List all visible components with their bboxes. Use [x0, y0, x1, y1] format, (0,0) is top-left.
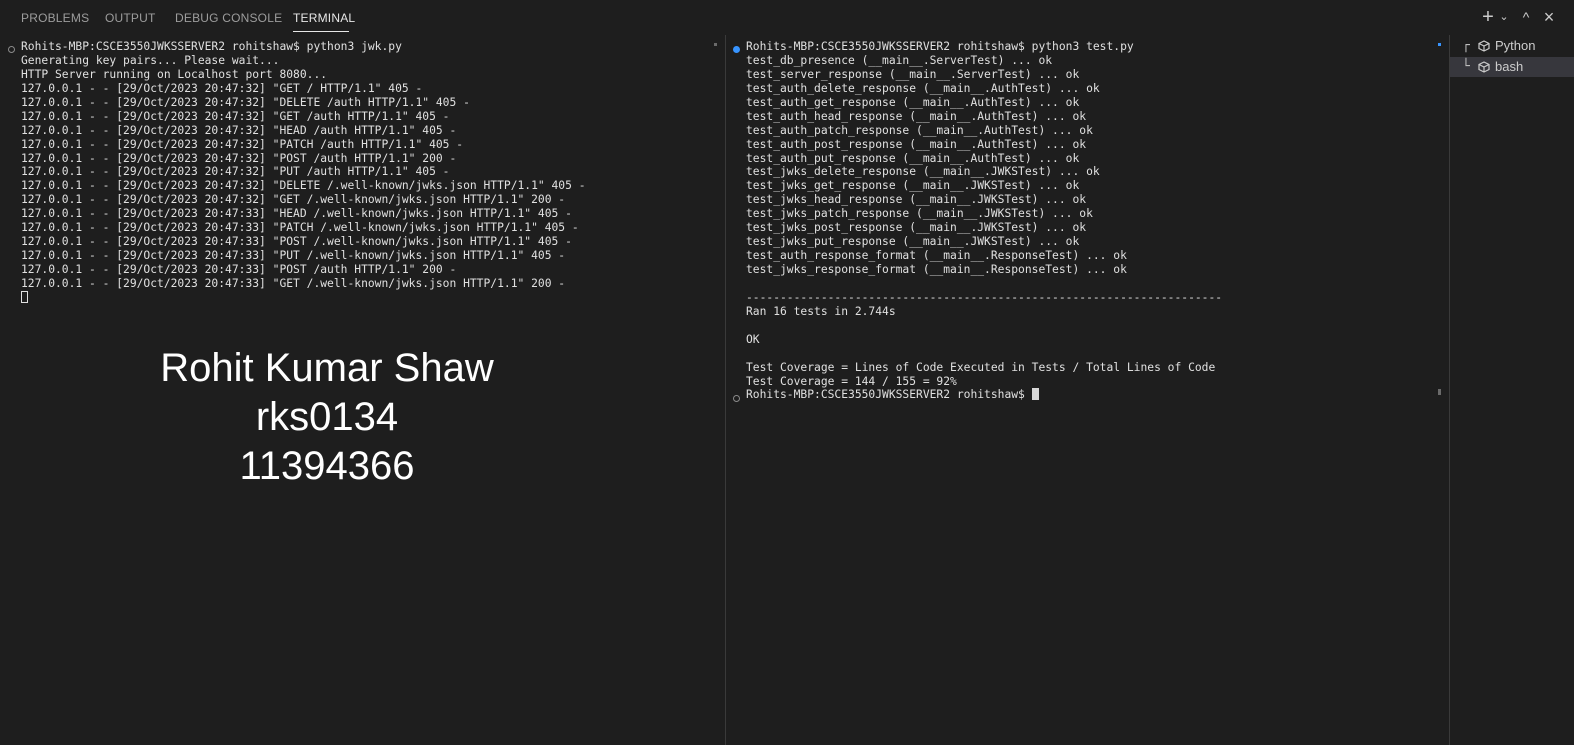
terminal-output-line: test_jwks_head_response (__main__.JWKSTe…: [746, 193, 1087, 207]
panel-tabbar: PROBLEMS OUTPUT DEBUG CONSOLE TERMINAL +…: [0, 0, 1574, 35]
terminal-output-line: 127.0.0.1 - - [29/Oct/2023 20:47:33] "PU…: [21, 249, 566, 263]
terminal-output-line: test_jwks_patch_response (__main__.JWKST…: [746, 207, 1093, 221]
tab-output[interactable]: OUTPUT: [105, 11, 156, 25]
tab-terminal[interactable]: TERMINAL: [293, 11, 355, 25]
chevron-down-icon[interactable]: ⌄: [1496, 8, 1512, 26]
terminal-output-line: test_auth_post_response (__main__.AuthTe…: [746, 137, 1087, 151]
tree-connector-icon: └: [1462, 59, 1470, 74]
terminal-output-line: 127.0.0.1 - - [29/Oct/2023 20:47:32] "PA…: [21, 137, 464, 151]
tab-debug-console[interactable]: DEBUG CONSOLE: [175, 11, 282, 25]
scroll-indicator: [714, 43, 717, 46]
terminal-output-line: 127.0.0.1 - - [29/Oct/2023 20:47:33] "PO…: [21, 263, 457, 276]
terminal-output-line: 127.0.0.1 - - [29/Oct/2023 20:47:32] "HE…: [21, 123, 457, 137]
terminal-output-line: 127.0.0.1 - - [29/Oct/2023 20:47:33] "PO…: [21, 235, 572, 249]
terminal-output-line: 127.0.0.1 - - [29/Oct/2023 20:47:33] "GE…: [21, 276, 566, 290]
maximize-panel-icon[interactable]: ^: [1518, 8, 1534, 26]
terminal-output-line: test_auth_put_response (__main__.AuthTes…: [746, 151, 1080, 165]
tree-connector-icon: ┌: [1462, 38, 1470, 53]
terminal-output-line: 127.0.0.1 - - [29/Oct/2023 20:47:32] "GE…: [21, 193, 566, 207]
terminal-output-line: 127.0.0.1 - - [29/Oct/2023 20:47:33] "HE…: [21, 207, 572, 221]
terminal-output-line: 127.0.0.1 - - [29/Oct/2023 20:47:33] "PA…: [21, 221, 579, 235]
scroll-indicator: [1438, 43, 1441, 46]
author-name: Rohit Kumar Shaw: [160, 346, 494, 390]
terminal-output-line: 127.0.0.1 - - [29/Oct/2023 20:47:32] "DE…: [21, 95, 470, 109]
terminal-output-line: test_db_presence (__main__.ServerTest) .…: [746, 53, 1053, 67]
terminal-output-line: test_auth_response_format (__main__.Resp…: [746, 249, 1127, 263]
terminal-output-line: ----------------------------------------…: [746, 290, 1223, 304]
terminal-list-divider[interactable]: [1449, 35, 1450, 745]
close-panel-icon[interactable]: ×: [1541, 8, 1557, 26]
command-status-dot-active: [733, 46, 740, 53]
terminal-output-line: test_jwks_post_response (__main__.JWKSTe…: [746, 221, 1087, 235]
terminal-output-line: test_jwks_delete_response (__main__.JWKS…: [746, 165, 1100, 179]
terminal-list-label: bash: [1495, 59, 1524, 74]
terminal-output-line: Test Coverage = Lines of Code Executed i…: [746, 360, 1216, 374]
terminal-prompt: Rohits-MBP:CSCE3550JWKSSERVER2 rohitshaw…: [746, 388, 1032, 402]
terminal-output-line: OK: [746, 332, 760, 346]
terminal-output-line: Generating key pairs... Please wait...: [21, 53, 280, 67]
terminal-output-line: test_auth_delete_response (__main__.Auth…: [746, 81, 1100, 95]
terminal-cursor-line: [21, 290, 711, 305]
scroll-indicator: [1438, 389, 1441, 395]
terminal-list-item-bash[interactable]: └ bash: [1450, 57, 1574, 77]
terminal-pane-right[interactable]: Rohits-MBP:CSCE3550JWKSSERVER2 rohitshaw…: [746, 40, 1436, 745]
terminal-output-line: test_jwks_response_format (__main__.Resp…: [746, 263, 1127, 276]
terminal-output-line: test_auth_get_response (__main__.AuthTes…: [746, 95, 1080, 109]
terminal-output-line: test_auth_patch_response (__main__.AuthT…: [746, 123, 1093, 137]
active-tab-indicator: [293, 31, 349, 32]
terminal-output-line: test_jwks_put_response (__main__.JWKSTes…: [746, 235, 1080, 249]
terminal-output-line: 127.0.0.1 - - [29/Oct/2023 20:47:32] "PO…: [21, 151, 457, 165]
terminal-output-line: Rohits-MBP:CSCE3550JWKSSERVER2 rohitshaw…: [746, 40, 1134, 53]
terminal-output-line: Test Coverage = 144 / 155 = 92%: [746, 374, 957, 388]
author-username: rks0134: [255, 395, 399, 439]
new-terminal-plus-icon[interactable]: +: [1480, 7, 1496, 27]
terminal-output-line: test_auth_head_response (__main__.AuthTe…: [746, 109, 1087, 123]
terminal-output-line: test_server_response (__main__.ServerTes…: [746, 67, 1080, 81]
command-status-dot: [733, 395, 740, 402]
terminal-output-line: 127.0.0.1 - - [29/Oct/2023 20:47:32] "PU…: [21, 165, 450, 179]
command-status-dot: [8, 46, 15, 53]
cube-icon: [1478, 40, 1490, 52]
terminal-output-line: 127.0.0.1 - - [29/Oct/2023 20:47:32] "GE…: [21, 109, 450, 123]
terminal-output-line: 127.0.0.1 - - [29/Oct/2023 20:47:32] "DE…: [21, 179, 586, 193]
terminal-output-line: test_jwks_get_response (__main__.JWKSTes…: [746, 179, 1080, 193]
terminal-output-line: HTTP Server running on Localhost port 80…: [21, 67, 328, 81]
tab-problems[interactable]: PROBLEMS: [21, 11, 89, 25]
terminal-list-item-python[interactable]: ┌ Python: [1462, 36, 1574, 56]
terminal-prompt-line: Rohits-MBP:CSCE3550JWKSSERVER2 rohitshaw…: [746, 388, 1436, 402]
split-divider[interactable]: [725, 35, 726, 745]
terminal-output-line: 127.0.0.1 - - [29/Oct/2023 20:47:32] "GE…: [21, 81, 423, 95]
author-student-id: 11394366: [239, 444, 415, 488]
terminal-cursor: [1031, 388, 1039, 401]
terminal-output-line: Rohits-MBP:CSCE3550JWKSSERVER2 rohitshaw…: [21, 40, 402, 53]
terminal-output-line: Ran 16 tests in 2.744s: [746, 304, 896, 318]
cube-icon: [1478, 61, 1490, 73]
terminal-cursor: [21, 290, 28, 303]
terminal-list-label: Python: [1495, 38, 1536, 53]
